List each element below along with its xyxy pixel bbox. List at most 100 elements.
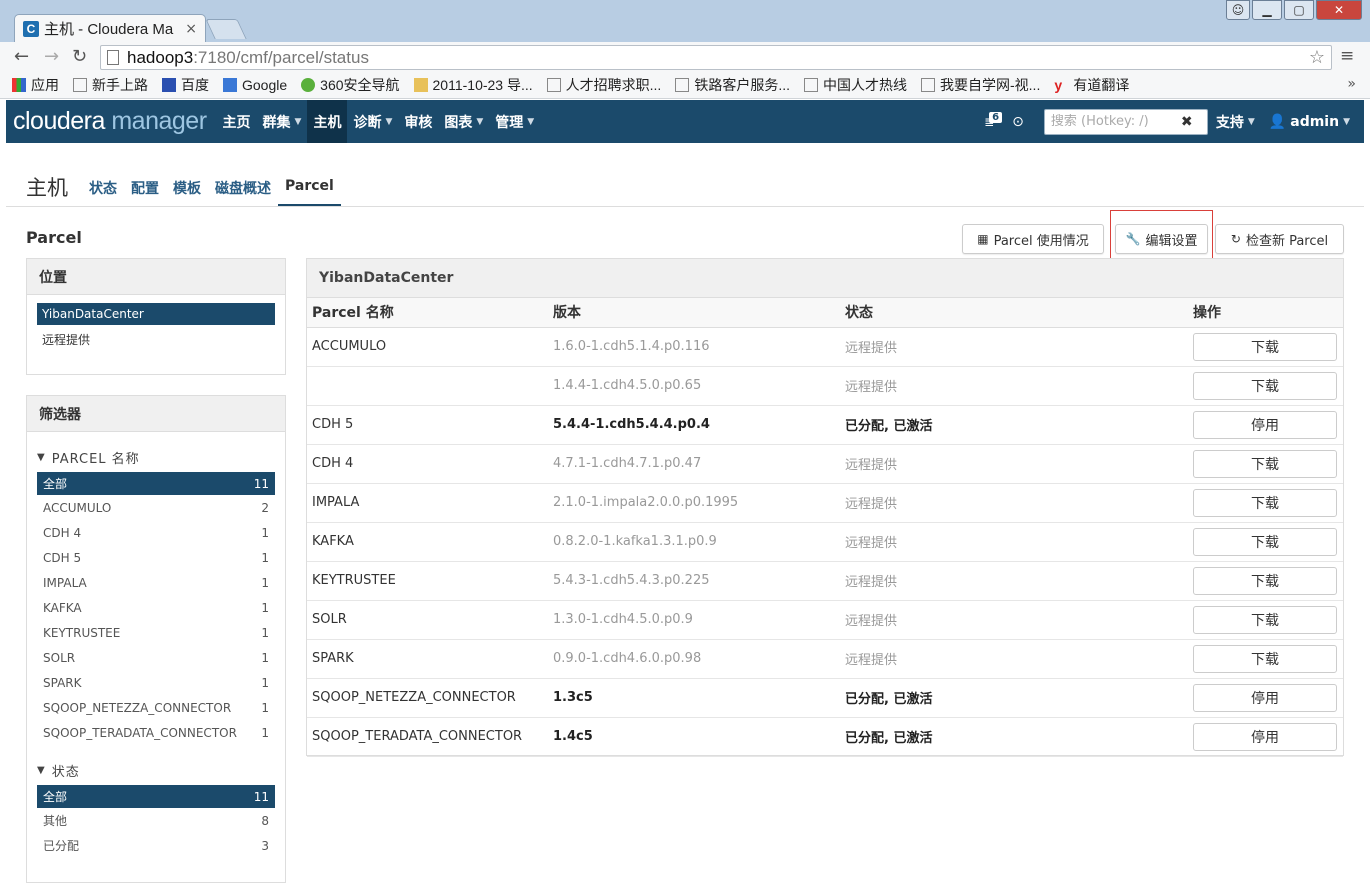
filter-item[interactable]: 其他 8 — [37, 808, 275, 833]
table-panel-title: YibanDataCenter — [307, 259, 1343, 298]
download-button[interactable]: 下载 — [1193, 644, 1337, 673]
new-tab-button[interactable] — [205, 19, 247, 39]
bookmark-apps[interactable]: 应用 — [12, 75, 59, 95]
cloudera-manager-logo[interactable]: cloudera manager — [13, 107, 207, 136]
download-button[interactable]: 下载 — [1193, 527, 1337, 556]
filter-group-status[interactable]: ▼ 状态 — [37, 759, 285, 781]
download-button[interactable]: 下载 — [1193, 605, 1337, 634]
filter-item[interactable]: SPARK 1 — [37, 670, 275, 695]
table-row: SPARK 0.9.0-1.cdh4.6.0.p0.98 远程提供 下载 — [307, 639, 1343, 679]
bookmark-item[interactable]: 人才招聘求职... — [546, 75, 661, 95]
bookmark-label: 百度 — [181, 77, 209, 93]
nav-admin[interactable]: 管理 ▼ — [489, 100, 540, 143]
filter-item[interactable]: KEYTRUSTEE 1 — [37, 620, 275, 645]
parcel-name: KEYTRUSTEE — [307, 561, 548, 601]
browser-tab[interactable]: C 主机 - Cloudera Ma × — [14, 14, 206, 42]
deactivate-button[interactable]: 停用 — [1193, 410, 1337, 439]
logo-text: cloudera — [13, 107, 105, 135]
filter-item[interactable]: CDH 5 1 — [37, 545, 275, 570]
nav-audits[interactable]: 审核 — [398, 100, 438, 143]
bookmark-star-icon[interactable]: ☆ — [1309, 47, 1325, 68]
bookmark-item[interactable]: 铁路客户服务... — [675, 75, 790, 95]
bookmark-item[interactable]: 我要自学网-视... — [921, 75, 1040, 95]
bookmark-item[interactable]: 百度 — [162, 75, 209, 95]
bookmark-item[interactable]: 新手上路 — [73, 75, 148, 95]
tab-templates[interactable]: 模板 — [166, 174, 208, 206]
filter-count: 1 — [261, 725, 269, 740]
tab-status[interactable]: 状态 — [82, 174, 124, 206]
bookmark-item[interactable]: Google — [223, 77, 287, 93]
filter-item[interactable]: 全部 11 — [37, 785, 275, 808]
youdao-icon: y — [1054, 77, 1063, 93]
clear-search-icon[interactable]: ✖ — [1181, 114, 1193, 130]
window-close-icon[interactable]: ✕ — [1316, 0, 1362, 20]
bookmark-item[interactable]: 中国人才热线 — [804, 75, 907, 95]
filter-item[interactable]: SQOOP_TERADATA_CONNECTOR 1 — [37, 720, 275, 745]
nav-label: 诊断 — [353, 114, 382, 131]
grid-icon: ▦ — [977, 232, 989, 246]
filter-label: 已分配 — [43, 839, 80, 853]
bookmark-item[interactable]: 360安全导航 — [301, 75, 400, 95]
user-icon[interactable]: ☺ — [1226, 0, 1250, 20]
filter-item[interactable]: 全部 11 — [37, 472, 275, 495]
nav-charts[interactable]: 图表 ▼ — [438, 100, 489, 143]
refresh-icon: ↻ — [1230, 232, 1241, 246]
download-button[interactable]: 下载 — [1193, 566, 1337, 595]
nav-diagnostics[interactable]: 诊断 ▼ — [347, 100, 398, 143]
parcel-name: CDH 5 — [307, 405, 548, 445]
bookmarks-more[interactable]: » — [1347, 76, 1356, 92]
search-input[interactable] — [1050, 114, 1181, 129]
filter-label: IMPALA — [43, 575, 87, 590]
filter-item[interactable]: 已分配 3 — [37, 833, 275, 858]
filter-item[interactable]: SOLR 1 — [37, 645, 275, 670]
download-button[interactable]: 下载 — [1193, 332, 1337, 361]
forward-icon[interactable]: → — [44, 46, 59, 67]
tab-parcel[interactable]: Parcel — [278, 174, 341, 206]
maximize-icon[interactable]: ▢ — [1284, 0, 1314, 20]
download-button[interactable]: 下载 — [1193, 449, 1337, 478]
filter-item[interactable]: ACCUMULO 2 — [37, 495, 275, 520]
parcel-usage-button[interactable]: ▦ Parcel 使用情况 — [962, 224, 1104, 254]
column-header: 状态 — [840, 298, 1188, 328]
filter-group-names[interactable]: ▼ PARCEL 名称 — [37, 446, 285, 468]
filter-item[interactable]: CDH 4 1 — [37, 520, 275, 545]
baidu-icon — [162, 78, 176, 92]
parcel-status: 远程提供 — [840, 366, 1188, 406]
parcel-status: 远程提供 — [840, 483, 1188, 523]
table-row: SQOOP_NETEZZA_CONNECTOR 1.3c5 已分配, 已激活 停用 — [307, 678, 1343, 718]
download-button[interactable]: 下载 — [1193, 371, 1337, 400]
url-bar[interactable]: hadoop3:7180/cmf/parcel/status ☆ — [100, 45, 1332, 70]
check-new-parcel-button[interactable]: ↻ 检查新 Parcel — [1215, 224, 1344, 254]
user-menu[interactable]: 👤 admin ▼ — [1269, 114, 1350, 130]
deactivate-button[interactable]: 停用 — [1193, 722, 1337, 751]
nav-home[interactable]: 主页 — [217, 100, 257, 143]
filter-item[interactable]: KAFKA 1 — [37, 595, 275, 620]
bookmark-item[interactable]: 2011-10-23 导... — [413, 75, 533, 95]
browser-menu-icon[interactable]: ≡ — [1340, 46, 1354, 66]
bookmark-item[interactable]: y 有道翻译 — [1054, 75, 1129, 95]
filter-item[interactable]: IMPALA 1 — [37, 570, 275, 595]
reload-icon[interactable]: ↻ — [72, 46, 87, 67]
cm-header: cloudera manager 主页 群集 ▼ 主机 诊断 ▼ 审核 图表 ▼ 管理… — [6, 100, 1364, 143]
commands-badge[interactable]: ≣ 6 — [984, 111, 1008, 132]
minimize-icon[interactable]: ▁ — [1252, 0, 1282, 20]
header-right: ≣ 6 ⊙ ✖ 支持▼ 👤admin▼ — [984, 100, 1364, 143]
location-panel: 位置 YibanDataCenter 远程提供 — [26, 258, 286, 375]
running-commands-icon[interactable]: ⊙ — [1012, 114, 1024, 130]
location-item[interactable]: YibanDataCenter — [37, 303, 275, 325]
parcel-name: SQOOP_TERADATA_CONNECTOR — [307, 717, 548, 757]
tab-disk-overview[interactable]: 磁盘概述 — [208, 174, 278, 206]
back-icon[interactable]: ← — [14, 46, 29, 67]
bookmark-label: 我要自学网-视... — [940, 77, 1041, 93]
filter-item[interactable]: SQOOP_NETEZZA_CONNECTOR 1 — [37, 695, 275, 720]
deactivate-button[interactable]: 停用 — [1193, 683, 1337, 712]
nav-clusters[interactable]: 群集 ▼ — [257, 100, 308, 143]
column-header: 版本 — [548, 298, 840, 328]
location-item[interactable]: 远程提供 — [37, 328, 275, 350]
tab-configuration[interactable]: 配置 — [124, 174, 166, 206]
support-menu[interactable]: 支持 ▼ — [1216, 112, 1255, 132]
close-icon[interactable]: × — [185, 21, 197, 37]
nav-hosts[interactable]: 主机 — [307, 100, 348, 143]
search-box: ✖ — [1043, 108, 1208, 135]
download-button[interactable]: 下载 — [1193, 488, 1337, 517]
